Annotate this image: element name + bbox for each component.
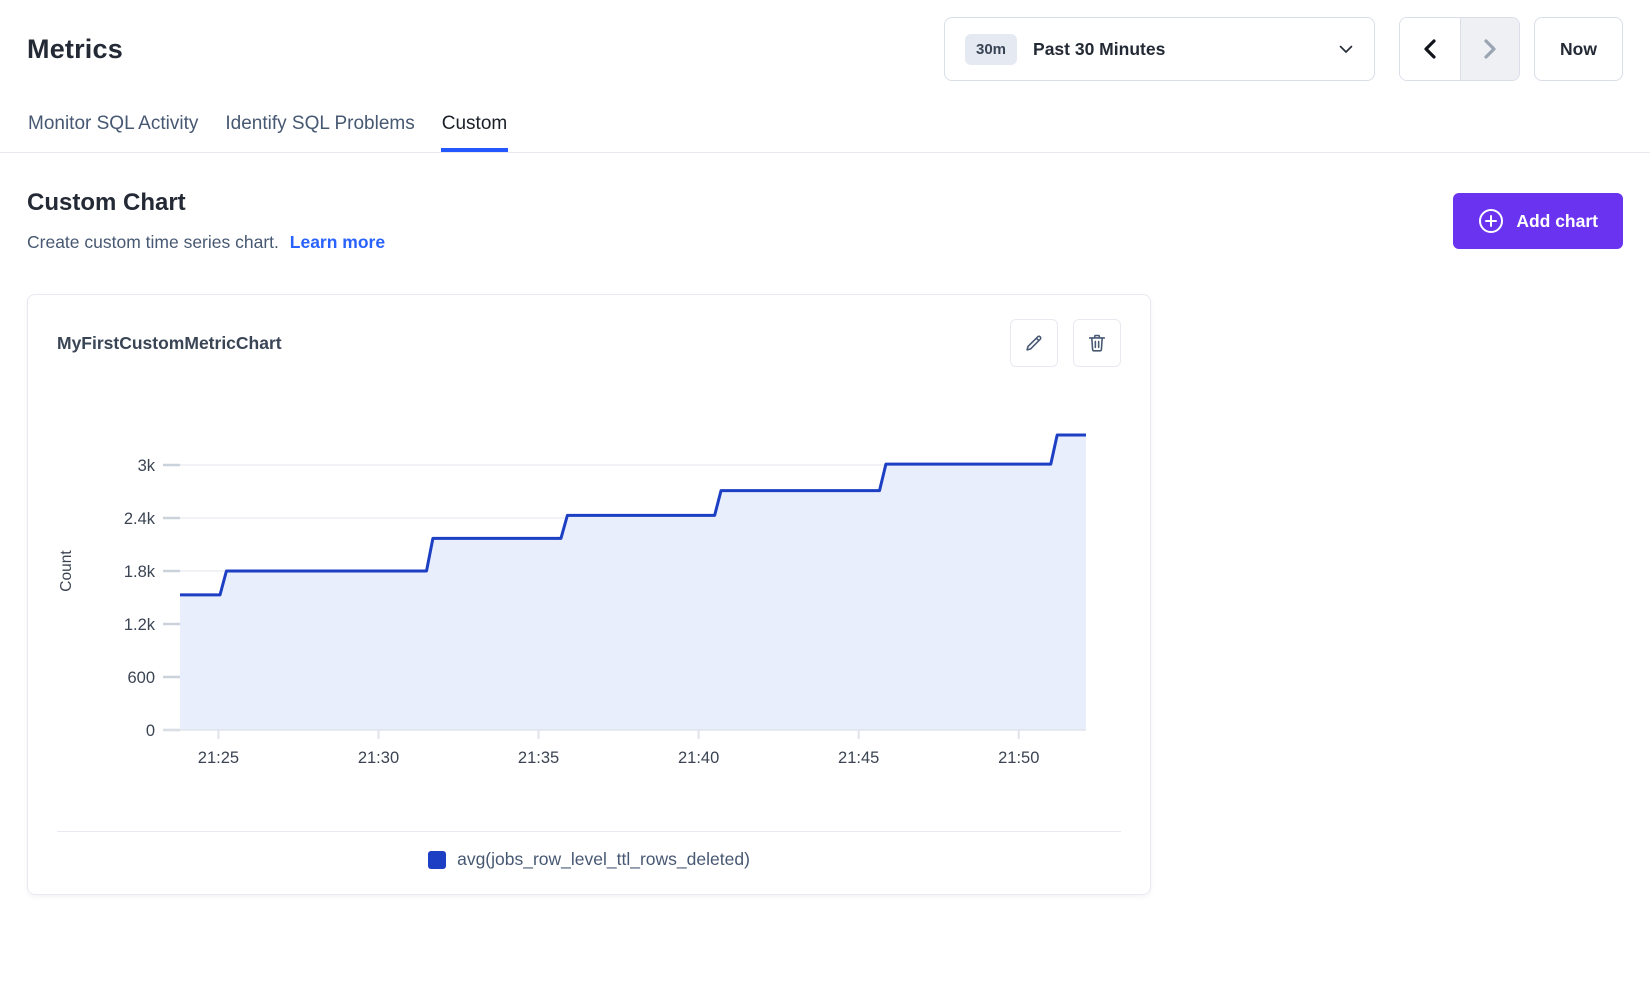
- time-range-badge: 30m: [965, 34, 1017, 65]
- svg-text:21:25: 21:25: [198, 749, 239, 767]
- svg-text:600: 600: [127, 669, 155, 687]
- section-subtitle: Create custom time series chart. Learn m…: [27, 232, 1453, 253]
- svg-text:Count: Count: [58, 550, 75, 592]
- section-text-block: Custom Chart Create custom time series c…: [27, 189, 1453, 253]
- next-interval-button[interactable]: [1460, 18, 1520, 80]
- metrics-page: Metrics 30m Past 30 Minutes Now Monito: [0, 0, 1650, 982]
- svg-text:2.4k: 2.4k: [124, 510, 156, 528]
- pencil-icon: [1023, 332, 1045, 354]
- legend-divider: [57, 831, 1121, 832]
- svg-text:1.8k: 1.8k: [124, 563, 156, 581]
- metrics-tabs: Monitor SQL Activity Identify SQL Proble…: [0, 103, 1650, 153]
- tab-custom[interactable]: Custom: [441, 103, 508, 152]
- svg-text:21:50: 21:50: [998, 749, 1039, 767]
- previous-interval-button[interactable]: [1400, 18, 1460, 80]
- edit-chart-button[interactable]: [1010, 319, 1058, 367]
- svg-text:21:40: 21:40: [678, 749, 719, 767]
- custom-chart-section-header: Custom Chart Create custom time series c…: [27, 189, 1623, 253]
- time-range-label: Past 30 Minutes: [1033, 39, 1322, 60]
- svg-text:21:45: 21:45: [838, 749, 879, 767]
- svg-text:3k: 3k: [138, 457, 156, 475]
- tab-identify-sql-problems[interactable]: Identify SQL Problems: [224, 103, 415, 152]
- add-chart-button[interactable]: Add chart: [1453, 193, 1623, 249]
- now-button[interactable]: Now: [1534, 17, 1623, 81]
- top-bar: Metrics 30m Past 30 Minutes Now: [0, 0, 1650, 81]
- time-step-button-group: [1399, 17, 1520, 81]
- chevron-right-icon: [1481, 38, 1499, 60]
- learn-more-link[interactable]: Learn more: [290, 232, 385, 252]
- plus-circle-icon: [1478, 208, 1504, 234]
- add-chart-label: Add chart: [1516, 211, 1598, 232]
- custom-chart-card: MyFirstCustomMetricChart 0 600 1.2k 1.8k 2.4…: [27, 294, 1151, 895]
- svg-text:21:35: 21:35: [518, 749, 559, 767]
- chart-legend[interactable]: avg(jobs_row_level_ttl_rows_deleted): [57, 849, 1121, 874]
- legend-swatch: [428, 851, 446, 869]
- chart-title: MyFirstCustomMetricChart: [57, 333, 1010, 354]
- timeseries-chart[interactable]: 0 600 1.2k 1.8k 2.4k 3k 21:25 21:30 21:35 21:40 21…: [57, 398, 1121, 781]
- svg-text:21:30: 21:30: [358, 749, 399, 767]
- delete-chart-button[interactable]: [1073, 319, 1121, 367]
- chevron-down-icon: [1338, 41, 1354, 57]
- page-title: Metrics: [27, 34, 944, 65]
- timeseries-chart-svg: 0 600 1.2k 1.8k 2.4k 3k 21:25 21:30 21:35 21:40 21…: [57, 398, 1122, 776]
- section-heading: Custom Chart: [27, 189, 1453, 217]
- svg-text:0: 0: [146, 722, 155, 740]
- section-subtitle-text: Create custom time series chart.: [27, 232, 279, 252]
- legend-label: avg(jobs_row_level_ttl_rows_deleted): [457, 849, 750, 870]
- chevron-left-icon: [1421, 38, 1439, 60]
- chart-card-header: MyFirstCustomMetricChart: [57, 319, 1121, 367]
- svg-text:1.2k: 1.2k: [124, 616, 156, 634]
- trash-icon: [1086, 332, 1108, 354]
- time-range-dropdown[interactable]: 30m Past 30 Minutes: [944, 17, 1375, 81]
- tab-monitor-sql-activity[interactable]: Monitor SQL Activity: [27, 103, 199, 152]
